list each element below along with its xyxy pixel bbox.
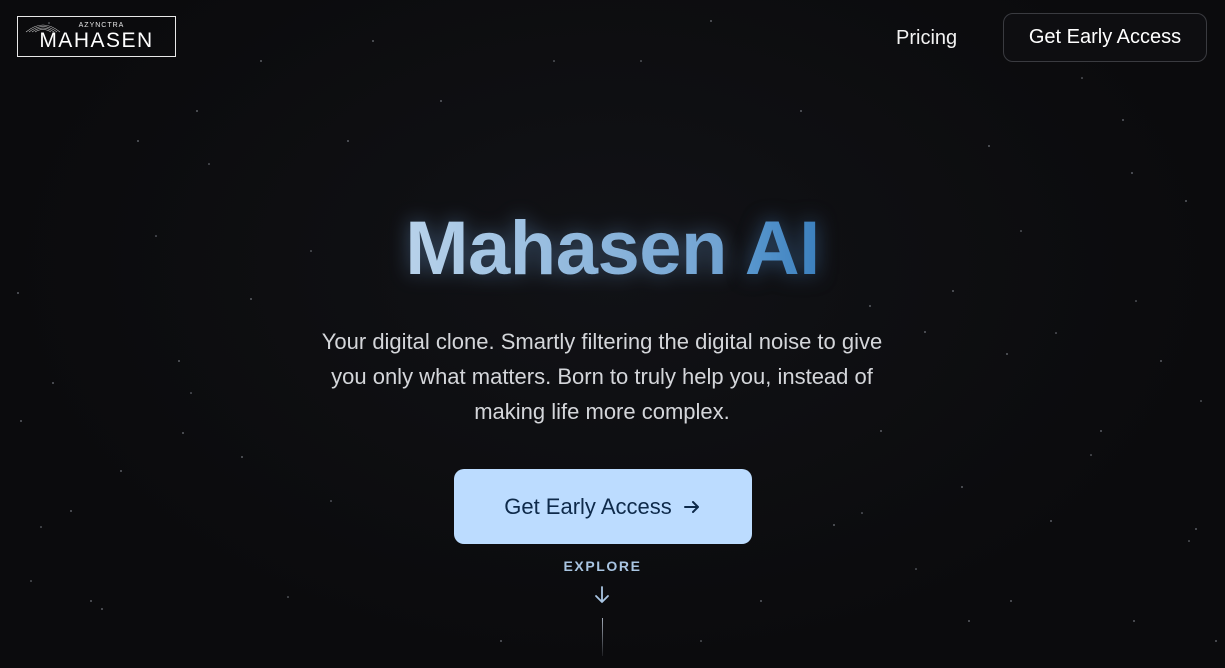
star-dot (710, 20, 712, 22)
star-dot (101, 608, 103, 610)
brand-logo[interactable]: AZYNCTRA MAHASEN (17, 16, 176, 57)
star-dot (961, 486, 963, 488)
nav-pricing-link[interactable]: Pricing (896, 24, 957, 52)
star-dot (553, 60, 555, 62)
star-dot (1100, 430, 1102, 432)
star-dot (760, 600, 762, 602)
star-dot (1010, 600, 1012, 602)
star-dot (1200, 400, 1202, 402)
arrow-right-icon (683, 500, 699, 513)
star-dot (968, 620, 970, 622)
hero-title-accent: AI (744, 206, 821, 291)
arrow-down-icon[interactable] (592, 585, 612, 605)
star-dot (500, 640, 502, 642)
star-dot (1215, 640, 1217, 642)
star-dot (347, 140, 349, 142)
star-dot (1081, 77, 1083, 79)
star-dot (1133, 620, 1135, 622)
star-dot (1185, 200, 1187, 202)
scroll-indicator-line (602, 618, 603, 656)
star-dot (1195, 528, 1197, 530)
star-dot (640, 60, 642, 62)
star-dot (90, 600, 92, 602)
star-dot (372, 40, 374, 42)
star-dot (1188, 540, 1190, 542)
star-dot (182, 432, 184, 434)
star-dot (800, 110, 802, 112)
star-dot (1006, 353, 1008, 355)
star-dot (120, 470, 122, 472)
hero-subtitle: Your digital clone. Smartly filtering th… (321, 329, 883, 424)
star-dot (1122, 119, 1124, 121)
hero-cta-label: Get Early Access (504, 493, 672, 519)
star-dot (440, 100, 442, 102)
star-dot (190, 392, 192, 394)
star-dot (287, 596, 289, 598)
star-dot (250, 298, 252, 300)
star-dot (924, 331, 926, 333)
star-dot (20, 420, 22, 422)
hero-get-early-access-button[interactable]: Get Early Access (454, 469, 752, 544)
star-dot (869, 305, 871, 307)
star-dot (1135, 300, 1137, 302)
hero-title: Mahasen AI (0, 205, 1225, 293)
landing-page: AZYNCTRA MAHASEN Pricing Get Early Acces… (0, 0, 1225, 668)
star-dot (1090, 454, 1092, 456)
star-dot (833, 524, 835, 526)
star-dot (178, 360, 180, 362)
star-dot (260, 60, 262, 62)
star-dot (52, 382, 54, 384)
logo-lines-icon (25, 24, 61, 33)
nav-get-early-access-button[interactable]: Get Early Access (1003, 13, 1207, 62)
star-dot (861, 512, 863, 514)
star-dot (241, 456, 243, 458)
star-dot (137, 140, 139, 142)
explore-label[interactable]: EXPLORE (0, 558, 1205, 574)
star-dot (208, 163, 210, 165)
star-dot (196, 110, 198, 112)
star-dot (1055, 332, 1057, 334)
star-dot (330, 500, 332, 502)
star-dot (40, 526, 42, 528)
star-dot (1050, 520, 1052, 522)
star-dot (1131, 172, 1133, 174)
star-dot (880, 430, 882, 432)
star-dot (988, 145, 990, 147)
star-dot (70, 510, 72, 512)
star-dot (1160, 360, 1162, 362)
star-dot (700, 640, 702, 642)
hero-title-main: Mahasen (405, 206, 727, 291)
star-dot (30, 580, 32, 582)
